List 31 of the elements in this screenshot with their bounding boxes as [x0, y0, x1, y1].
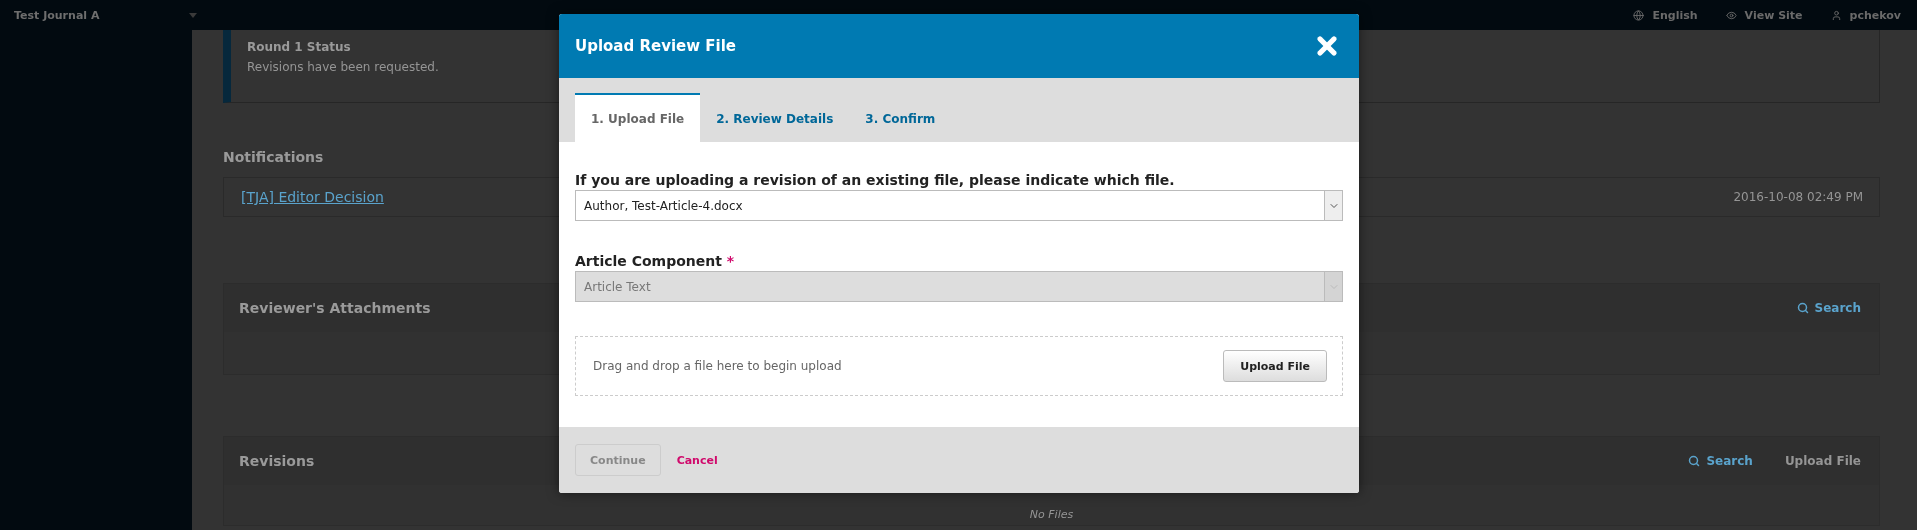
search-link[interactable]: Search	[1796, 301, 1861, 315]
status-text: Revisions have been requested.	[247, 60, 439, 74]
field-label: If you are uploading a revision of an existing file, please indicate which file.	[575, 172, 1176, 188]
dialog-title: Upload Review File	[575, 37, 737, 55]
step-tab[interactable]: 3. Confirm	[849, 94, 952, 142]
panel-title: Reviewer's Attachments	[239, 300, 431, 316]
journal-name[interactable]: Test Journal A	[14, 8, 100, 22]
top-bar-link[interactable]: View Site	[1725, 8, 1803, 22]
step-tab[interactable]: 1. Upload File	[575, 93, 701, 142]
search-link[interactable]: Search	[1688, 454, 1753, 468]
upload-file-button[interactable]: Upload File	[1223, 350, 1327, 382]
drop-hint: Drag and drop a file here to begin upload	[593, 359, 842, 373]
top-bar-link[interactable]: pchekov	[1830, 8, 1901, 22]
panel-title: Revisions	[239, 453, 315, 469]
top-bar-link[interactable]: English	[1633, 8, 1698, 22]
empty-message: No Files	[1029, 508, 1074, 521]
select-field[interactable]: Author, Test-Article-4.docx	[575, 190, 1343, 221]
field-label: Article Component *	[575, 253, 736, 269]
search-icon	[1688, 455, 1701, 467]
user-icon	[1830, 9, 1842, 21]
step-tab[interactable]: 2. Review Details	[700, 94, 850, 142]
notification-link[interactable]: [TJA] Editor Decision	[241, 189, 384, 205]
drop-zone[interactable]: Drag and drop a file here to begin upload Upload File	[575, 336, 1343, 396]
eye-icon	[1725, 9, 1737, 21]
status-title: Round 1 Status	[247, 40, 351, 54]
globe-icon	[1633, 9, 1645, 21]
notification-date: 2016-10-08 02:49 PM	[1733, 190, 1863, 204]
upload-link[interactable]: Upload File	[1784, 454, 1861, 468]
section-heading: Notifications	[223, 149, 325, 165]
search-icon	[1796, 302, 1809, 314]
cancel-link[interactable]: Cancel	[676, 453, 718, 467]
